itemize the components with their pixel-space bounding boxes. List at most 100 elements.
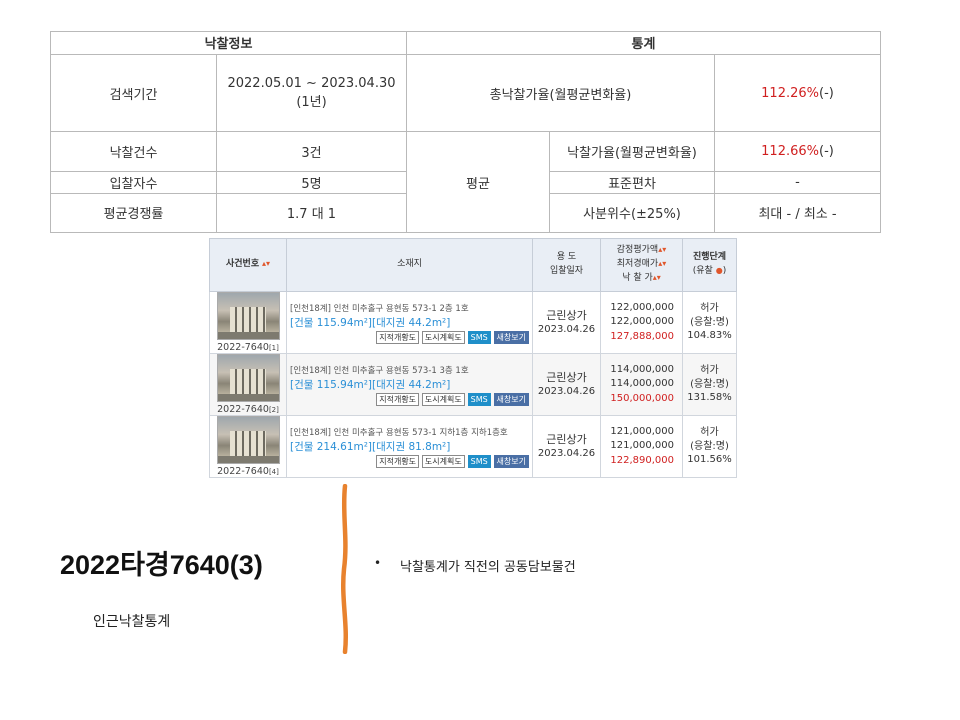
- case-index: [4]: [268, 468, 279, 476]
- status-text: 허가: [700, 365, 719, 377]
- stats-value-bidders: 5명: [216, 170, 407, 194]
- stats-avg-rate-value: 112.66%(-): [713, 131, 882, 172]
- property-photo[interactable]: [216, 416, 280, 464]
- stats-label-competition: 평균경쟁률: [50, 192, 217, 234]
- price-cell: 121,000,000 121,000,000 122,890,000: [600, 415, 683, 478]
- col-header-fail-label: (유찰: [692, 266, 713, 276]
- sale-price: 122,890,000: [610, 454, 674, 466]
- sort-arrow-icon[interactable]: ▴▾: [262, 259, 270, 268]
- city-plan-button[interactable]: 도시계획도: [421, 330, 465, 344]
- col-header-date-label: 입찰일자: [549, 266, 584, 276]
- stats-header-right: 통계: [405, 31, 882, 55]
- avg-rate-number: 112.66%: [761, 144, 819, 160]
- stats-quartile-value: 최대 - / 최소 -: [713, 192, 882, 234]
- table-row[interactable]: 2022-7640[4] [인천18계] 인천 미추홀구 용현동 573-1 지…: [209, 415, 737, 478]
- appraisal-price: 114,000,000: [610, 363, 674, 375]
- stats-avg-label: 평균: [406, 131, 550, 233]
- appraisal-price: 121,000,000: [610, 425, 674, 437]
- sale-ratio: 104.83%: [687, 330, 732, 342]
- col-header-use: 용 도 입찰일자: [532, 238, 601, 292]
- case-number[interactable]: 2022-7640: [217, 466, 269, 477]
- new-window-button[interactable]: 새창보기: [493, 454, 529, 468]
- use-cell: 근린상가 2023.04.26: [532, 291, 601, 354]
- sms-button[interactable]: SMS: [467, 330, 491, 344]
- case-title: 2022타경7640(3): [60, 550, 263, 580]
- case-cell[interactable]: 2022-7640[4]: [209, 415, 287, 478]
- status-text: 허가: [700, 427, 719, 439]
- nearby-stats-subtitle: 인근낙찰통계: [93, 614, 171, 630]
- property-photo[interactable]: [216, 292, 280, 340]
- cadastral-map-button[interactable]: 지적개황도: [376, 454, 420, 468]
- address-text: [인천18계] 인천 미추홀구 용현동 573-1 2층 1호: [290, 303, 469, 314]
- stats-total-rate-label: 총낙찰가율(월평균변화율): [406, 53, 715, 133]
- col-header-minimum-label: 최저경매가: [616, 259, 659, 270]
- case-number[interactable]: 2022-7640: [217, 404, 269, 415]
- total-rate-change: (-): [819, 85, 834, 101]
- col-header-case-label: 사건번호: [225, 259, 260, 270]
- city-plan-button[interactable]: 도시계획도: [421, 454, 465, 468]
- avg-rate-change: (-): [819, 144, 834, 160]
- period-length: (1년): [296, 95, 327, 111]
- table-row[interactable]: 2022-7640[2] [인천18계] 인천 미추홀구 용현동 573-1 3…: [209, 353, 737, 416]
- use-cell: 근린상가 2023.04.26: [532, 353, 601, 416]
- sms-button[interactable]: SMS: [467, 454, 491, 468]
- stats-header-left: 낙찰정보: [50, 31, 407, 55]
- bid-date: 2023.04.26: [537, 448, 596, 460]
- sort-arrow-icon[interactable]: ▴▾: [653, 273, 661, 282]
- case-index: [2]: [268, 406, 279, 414]
- bidder-count: (응찰:명): [690, 316, 729, 328]
- location-cell: [인천18계] 인천 미추홀구 용현동 573-1 2층 1호 [건물 115.…: [286, 291, 533, 354]
- use-type: 근린상가: [546, 308, 587, 322]
- sort-arrow-icon[interactable]: ▴▾: [658, 245, 666, 254]
- location-cell: [인천18계] 인천 미추홀구 용현동 573-1 지하1층 지하1층호 [건물…: [286, 415, 533, 478]
- col-header-appraisal-label: 감정평가액: [616, 245, 659, 256]
- area-link[interactable]: [건물 115.94m²][대지권 44.2m²]: [290, 377, 532, 392]
- total-rate-number: 112.26%: [761, 85, 819, 101]
- new-window-button[interactable]: 새창보기: [493, 392, 529, 406]
- col-header-status-label: 진행단계: [692, 252, 727, 263]
- area-link[interactable]: [건물 214.61m²][대지권 81.8m²]: [290, 439, 532, 454]
- period-range: 2022.05.01 ~ 2023.04.30: [227, 76, 396, 92]
- sort-arrow-icon[interactable]: ▴▾: [658, 259, 666, 268]
- stats-table: 낙찰정보 통계 검색기간 2022.05.01 ~ 2023.04.30 (1년…: [50, 31, 882, 234]
- property-photo[interactable]: [216, 354, 280, 402]
- col-header-use-label: 용 도: [556, 252, 577, 263]
- case-cell[interactable]: 2022-7640[1]: [209, 291, 287, 354]
- bid-date: 2023.04.26: [537, 324, 596, 336]
- status-cell: 허가 (응찰:명) 101.56%: [682, 415, 737, 478]
- sale-ratio: 131.58%: [687, 392, 732, 404]
- stats-value-competition: 1.7 대 1: [216, 192, 407, 234]
- orange-divider-line: [340, 484, 349, 654]
- col-header-case[interactable]: 사건번호 ▴▾: [209, 238, 287, 292]
- city-plan-button[interactable]: 도시계획도: [421, 392, 465, 406]
- col-header-sale-label: 낙 찰 가: [622, 272, 653, 283]
- stats-quartile-label: 사분위수(±25%): [549, 192, 715, 234]
- case-number[interactable]: 2022-7640: [217, 342, 269, 353]
- stats-label-bidders: 입찰자수: [50, 170, 217, 194]
- minimum-price: 121,000,000: [610, 440, 674, 452]
- new-window-button[interactable]: 새창보기: [493, 330, 529, 344]
- area-link[interactable]: [건물 115.94m²][대지권 44.2m²]: [290, 315, 532, 330]
- bidder-count: (응찰:명): [690, 378, 729, 390]
- location-cell: [인천18계] 인천 미추홀구 용현동 573-1 3층 1호 [건물 115.…: [286, 353, 533, 416]
- price-cell: 114,000,000 114,000,000 150,000,000: [600, 353, 683, 416]
- col-header-price[interactable]: 감정평가액▴▾ 최저경매가▴▾ 낙 찰 가▴▾: [600, 238, 683, 292]
- stats-label-period: 검색기간: [50, 53, 217, 133]
- sms-button[interactable]: SMS: [467, 392, 491, 406]
- cadastral-map-button[interactable]: 지적개황도: [376, 392, 420, 406]
- cadastral-map-button[interactable]: 지적개황도: [376, 330, 420, 344]
- address-text: [인천18계] 인천 미추홀구 용현동 573-1 지하1층 지하1층호: [290, 427, 508, 438]
- stats-stddev-value: -: [713, 170, 882, 194]
- table-row[interactable]: 2022-7640[1] [인천18계] 인천 미추홀구 용현동 573-1 2…: [209, 291, 737, 354]
- sort-arrow-icon[interactable]: ●: [716, 266, 723, 275]
- case-cell[interactable]: 2022-7640[2]: [209, 353, 287, 416]
- stats-value-count: 3건: [216, 131, 407, 172]
- use-cell: 근린상가 2023.04.26: [532, 415, 601, 478]
- col-header-status[interactable]: 진행단계 (유찰 ●): [682, 238, 737, 292]
- bidder-count: (응찰:명): [690, 440, 729, 452]
- sale-price: 127,888,000: [610, 330, 674, 342]
- status-text: 허가: [700, 303, 719, 315]
- minimum-price: 122,000,000: [610, 316, 674, 328]
- address-text: [인천18계] 인천 미추홀구 용현동 573-1 3층 1호: [290, 365, 469, 376]
- use-type: 근린상가: [546, 432, 587, 446]
